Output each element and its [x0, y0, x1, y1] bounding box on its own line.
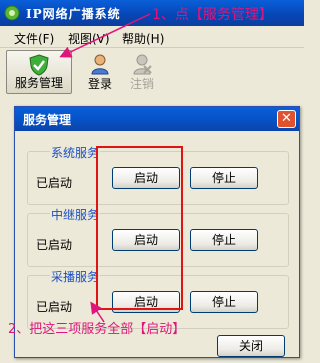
highlight-box: [96, 146, 183, 310]
login-label: 登录: [87, 77, 112, 91]
status-text: 已启动: [36, 176, 73, 190]
annotation-step2: 2、把这三项服务全部【启动】: [8, 322, 186, 337]
toolbar: 服务管理 登录 注销: [0, 48, 304, 96]
login-button[interactable]: 登录: [80, 50, 120, 94]
stop-system-service-button[interactable]: 停止: [190, 167, 258, 189]
app-icon: [4, 5, 20, 21]
service-management-label: 服务管理: [14, 76, 63, 90]
stop-capture-service-button[interactable]: 停止: [190, 291, 258, 313]
user-login-icon: [91, 54, 109, 75]
shield-check-icon: [29, 54, 49, 76]
status-text: 已启动: [36, 238, 73, 252]
dialog-close-button[interactable]: 关闭: [217, 335, 285, 357]
service-management-button[interactable]: 服务管理: [6, 50, 72, 94]
dialog-title: 服务管理: [23, 113, 72, 127]
window-title: IP网络广播系统: [26, 7, 121, 21]
stop-relay-service-button[interactable]: 停止: [190, 229, 258, 251]
logout-button[interactable]: 注销: [122, 50, 162, 94]
dialog-title-bar: 服务管理 ✕: [15, 107, 299, 131]
group-title: 采播服务: [50, 268, 101, 285]
group-title: 中继服务: [50, 206, 101, 223]
menu-view[interactable]: 视图(V): [68, 30, 110, 47]
logout-label: 注销: [129, 77, 154, 91]
annotation-step1: 1、点【服务管理】: [152, 7, 273, 23]
menu-file[interactable]: 文件(F): [14, 30, 54, 47]
user-logout-icon: [133, 54, 152, 75]
group-title: 系统服务: [50, 144, 101, 161]
dialog-close-icon[interactable]: ✕: [277, 110, 296, 128]
menu-bar: 文件(F) 视图(V) 帮助(H): [0, 26, 304, 48]
status-text: 已启动: [36, 300, 73, 314]
menu-help[interactable]: 帮助(H): [122, 30, 164, 47]
